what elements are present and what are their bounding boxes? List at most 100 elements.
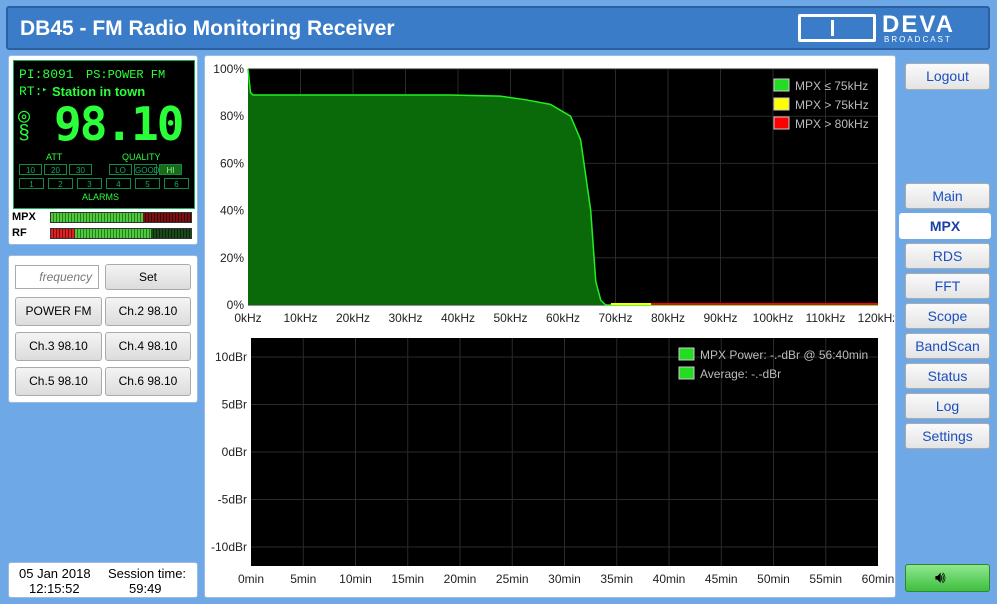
legend-label: MPX Power: -.-dBr @ 56:40min	[700, 348, 868, 362]
att-cell: 20	[44, 164, 67, 175]
alarm-cell: 6	[164, 178, 189, 189]
tab-status[interactable]: Status	[905, 363, 990, 389]
play-icon: ▸	[42, 85, 48, 95]
legend-label: Average: -.-dBr	[700, 367, 781, 381]
preset-button[interactable]: POWER FM	[15, 297, 102, 326]
att-label: ATT	[46, 152, 63, 162]
y-tick-label: 5dBr	[222, 398, 247, 412]
x-tick-label: 20kHz	[336, 311, 370, 325]
logout-button[interactable]: Logout	[905, 63, 990, 90]
mpx-meter-label: MPX	[12, 211, 36, 223]
tab-log[interactable]: Log	[905, 393, 990, 419]
speaker-icon: 🔊︎	[935, 568, 946, 587]
legend-swatch	[773, 116, 790, 130]
x-tick-label: 40min	[653, 572, 686, 586]
y-tick-label: 0dBr	[222, 445, 247, 459]
mpx-level-meter	[50, 212, 192, 223]
audio-button[interactable]: 🔊︎	[905, 564, 990, 592]
preset-button[interactable]: Ch.2 98.10	[105, 297, 191, 326]
x-tick-label: 60kHz	[546, 311, 580, 325]
x-tick-label: 30min	[548, 572, 581, 586]
preset-button[interactable]: Ch.3 98.10	[15, 332, 102, 361]
att-cell: 10	[19, 164, 42, 175]
tab-rds[interactable]: RDS	[905, 243, 990, 269]
legend-label: MPX > 75kHz	[795, 98, 869, 112]
x-tick-label: 10min	[339, 572, 372, 586]
y-tick-label: 100%	[213, 62, 244, 76]
current-date: 05 Jan 2018	[19, 566, 91, 581]
x-tick-label: 5min	[290, 572, 316, 586]
preset-button[interactable]: Ch.6 98.10	[105, 367, 191, 396]
alarm-cell: 4	[106, 178, 131, 189]
x-tick-label: 90kHz	[703, 311, 737, 325]
y-tick-label: 80%	[220, 109, 244, 123]
tab-fft[interactable]: FFT	[905, 273, 990, 299]
y-tick-label: -5dBr	[218, 493, 247, 507]
legend-swatch	[678, 347, 695, 361]
x-tick-label: 15min	[391, 572, 424, 586]
ps-name: PS:POWER FM	[86, 68, 166, 82]
rt-label: RT:	[19, 84, 43, 99]
preset-button[interactable]: Ch.5 98.10	[15, 367, 102, 396]
deva-logo: DEVA BROADCAST	[798, 11, 978, 44]
x-tick-label: 50kHz	[493, 311, 527, 325]
app-header: DB45 - FM Radio Monitoring Receiver DEVA…	[6, 6, 990, 50]
x-tick-label: 20min	[444, 572, 477, 586]
x-tick-label: 100kHz	[753, 311, 794, 325]
app-title: DB45 - FM Radio Monitoring Receiver	[20, 17, 395, 40]
logo-subtext: BROADCAST	[884, 35, 952, 44]
alarm-cell: 3	[77, 178, 102, 189]
x-tick-label: 80kHz	[651, 311, 685, 325]
tab-main[interactable]: Main	[905, 183, 990, 209]
preset-button[interactable]: Ch.4 98.10	[105, 332, 191, 361]
y-tick-label: 40%	[220, 204, 244, 218]
legend-swatch	[678, 366, 695, 380]
x-tick-label: 40kHz	[441, 311, 475, 325]
pi-code: PI:8091	[19, 67, 74, 82]
frequency-readout: 98.10	[54, 97, 184, 151]
frequency-input[interactable]: frequency	[15, 265, 99, 289]
mpx-deviation-chart: 0kHz 10kHz 20kHz 30kHz 40kHz 50kHz 60kHz 70kHz 8…	[213, 62, 894, 325]
x-tick-label: 10kHz	[283, 311, 317, 325]
quality-cell: HI	[159, 164, 182, 175]
tab-scope[interactable]: Scope	[905, 303, 990, 329]
y-tick-label: 60%	[220, 156, 244, 170]
quality-label: QUALITY	[122, 152, 161, 162]
x-tick-label: 60min	[862, 572, 894, 586]
x-tick-label: 50min	[757, 572, 790, 586]
lcd-display: PI:8091 PS:POWER FM RT: ▸ Station in tow…	[13, 60, 195, 209]
x-tick-label: 30kHz	[388, 311, 422, 325]
y-tick-label: 10dBr	[215, 350, 247, 364]
alarms-label: ALARMS	[82, 192, 120, 202]
x-tick-label: 110kHz	[806, 311, 846, 325]
att-cell: 30	[69, 164, 92, 175]
alarm-cell: 2	[48, 178, 73, 189]
legend-swatch	[773, 78, 790, 92]
quality-cell: LO	[109, 164, 132, 175]
x-tick-label: 35min	[600, 572, 633, 586]
tab-mpx[interactable]: MPX	[899, 213, 991, 239]
tab-bandscan[interactable]: BandScan	[905, 333, 990, 359]
alarm-cell: 1	[19, 178, 44, 189]
rf-level-meter	[50, 228, 192, 239]
y-tick-label: 20%	[220, 251, 244, 265]
session-label: Session time:	[108, 566, 187, 581]
x-tick-label: 55min	[809, 572, 842, 586]
legend-swatch	[773, 97, 790, 111]
current-time: 12:15:52	[29, 581, 80, 596]
set-button[interactable]: Set	[105, 264, 191, 290]
legend-label: MPX > 80kHz	[795, 117, 869, 131]
quality-cell: GOOD	[134, 164, 160, 175]
session-footer: 05 Jan 2018 12:15:52 Session time: 59:49	[8, 562, 198, 598]
x-tick-label: 25min	[496, 572, 529, 586]
y-tick-label: -10dBr	[211, 540, 247, 554]
x-tick-label: 120kHz	[858, 311, 894, 325]
alarm-cell: 5	[135, 178, 160, 189]
session-value: 59:49	[129, 581, 162, 596]
x-tick-label: 70kHz	[598, 311, 632, 325]
x-tick-label: 0min	[238, 572, 264, 586]
legend-label: MPX ≤ 75kHz	[795, 79, 868, 93]
y-tick-label: 0%	[227, 298, 245, 312]
mpx-power-chart: 0min 5min 10min 15min 20min 25min 30min 35min 40…	[211, 338, 894, 586]
tab-settings[interactable]: Settings	[905, 423, 990, 449]
